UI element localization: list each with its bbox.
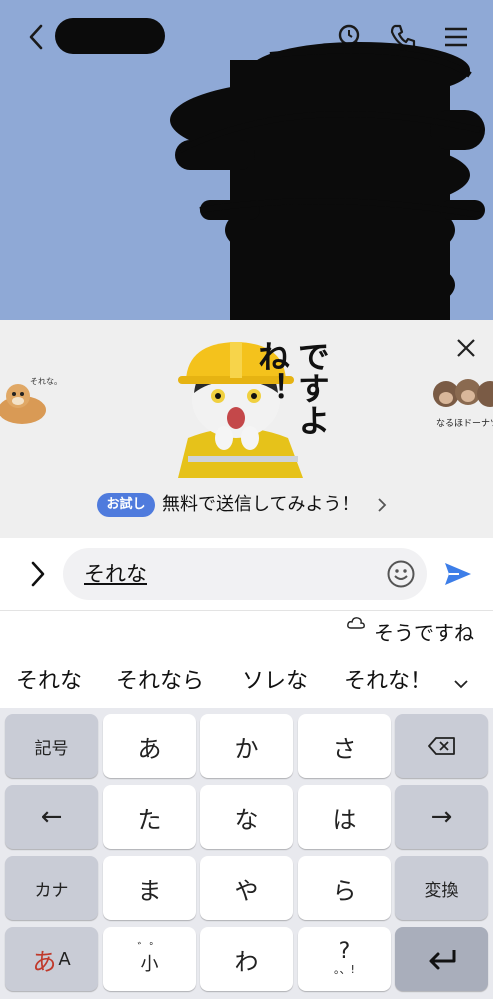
key-ya[interactable]: や bbox=[200, 856, 293, 920]
sticker-right[interactable]: なるほドーナツ bbox=[432, 372, 493, 432]
cloud-suggestion[interactable]: そうですね bbox=[374, 620, 474, 646]
right-sticker-caption: なるほドーナツ bbox=[436, 419, 493, 429]
chevron-down-icon bbox=[454, 680, 468, 689]
key-enter[interactable] bbox=[395, 927, 488, 991]
trial-badge: お試し bbox=[97, 493, 155, 517]
key-ha[interactable]: は bbox=[298, 785, 391, 849]
key-sa[interactable]: さ bbox=[298, 714, 391, 778]
small-label: 小 bbox=[140, 954, 159, 975]
chevron-right-icon bbox=[31, 561, 45, 587]
key-cursor-left[interactable]: ← bbox=[5, 785, 98, 849]
cloud-icon bbox=[346, 615, 366, 631]
candidate-3[interactable]: ソレな bbox=[242, 668, 308, 696]
key-ka[interactable]: か bbox=[200, 714, 293, 778]
smiley-icon bbox=[387, 560, 415, 588]
key-input-mode[interactable]: あ A bbox=[5, 927, 98, 991]
mode-alpha-label: A bbox=[58, 948, 71, 970]
close-icon bbox=[457, 339, 475, 357]
key-ra[interactable]: ら bbox=[298, 856, 391, 920]
key-cursor-right[interactable]: → bbox=[395, 785, 488, 849]
key-convert[interactable]: 変換 bbox=[395, 856, 488, 920]
sticker-main[interactable]: ですよね！ bbox=[168, 338, 338, 478]
message-input-text: それな bbox=[84, 562, 147, 586]
redacted-chat-content bbox=[170, 42, 485, 320]
key-na[interactable]: な bbox=[200, 785, 293, 849]
backspace-icon bbox=[427, 737, 455, 755]
candidate-1[interactable]: それな bbox=[16, 668, 82, 696]
dakuten-label: ゛゜ bbox=[137, 941, 162, 955]
key-ma[interactable]: ま bbox=[103, 856, 196, 920]
enter-icon bbox=[429, 950, 455, 970]
close-sticker-panel-button[interactable] bbox=[454, 336, 478, 360]
candidate-2[interactable]: それなら bbox=[116, 668, 204, 696]
question-label: ? bbox=[338, 939, 351, 964]
key-ta[interactable]: た bbox=[103, 785, 196, 849]
key-kana[interactable]: カナ bbox=[5, 856, 98, 920]
left-sticker-caption: それな。 bbox=[30, 377, 62, 386]
send-button[interactable] bbox=[443, 560, 473, 588]
punct-label: 。、! bbox=[334, 963, 355, 976]
sticker-left[interactable]: それな。 bbox=[0, 370, 62, 430]
key-a[interactable]: あ bbox=[103, 714, 196, 778]
send-icon bbox=[445, 563, 471, 585]
chevron-right-icon bbox=[378, 498, 387, 512]
candidate-4[interactable]: それな！ bbox=[344, 668, 428, 696]
main-sticker-text: ですよね！ bbox=[253, 340, 331, 436]
trial-send-link[interactable]: 無料で送信してみよう！ bbox=[162, 493, 359, 517]
mode-hiragana-label: あ bbox=[32, 947, 57, 976]
key-symbols[interactable]: 記号 bbox=[5, 714, 98, 778]
more-candidates-button[interactable] bbox=[452, 676, 470, 690]
expand-toolbar-button[interactable] bbox=[24, 559, 52, 589]
chat-background bbox=[0, 0, 493, 320]
key-small-dakuten[interactable]: ゛゜ 小 bbox=[103, 927, 196, 991]
key-punctuation[interactable]: ? 。、! bbox=[298, 927, 391, 991]
key-backspace[interactable] bbox=[395, 714, 488, 778]
emoji-button[interactable] bbox=[386, 559, 416, 589]
key-wa[interactable]: わ bbox=[200, 927, 293, 991]
